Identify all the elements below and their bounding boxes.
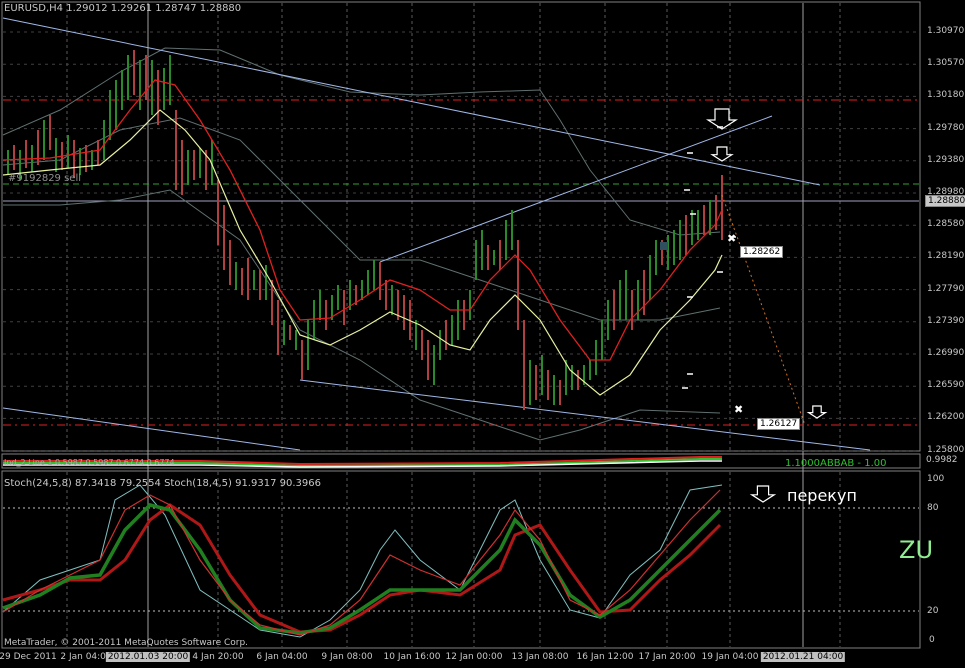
time-tick: 4 Jan 20:00: [192, 652, 244, 662]
time-tick: 29 Dec 2011: [0, 652, 57, 662]
symbol-label: EURUSD,H4: [4, 3, 64, 14]
stoch-signal-red: [2, 503, 722, 634]
current-price-box: 1.28880: [925, 195, 965, 207]
down-arrow-icon: [806, 405, 828, 419]
price-tick: 1.26990: [927, 348, 965, 358]
indicator-label: Ind_2 Line 1 0.5987 0.5987 0.6774 0.6774: [4, 458, 175, 467]
stoch-axis-20: 20: [927, 606, 939, 616]
ohlc-label: 1.29012 1.29261 1.28747 1.28880: [66, 3, 242, 14]
time-tick: 12 Jan 00:00: [445, 652, 503, 662]
down-arrow-icon: [705, 108, 739, 130]
close-marker-icon: ✖: [727, 232, 736, 245]
time-tick: 13 Jan 08:00: [511, 652, 569, 662]
order-marker: [660, 242, 668, 250]
time-tick: 2 Jan 04:00: [60, 652, 112, 662]
time-tick: 9 Jan 08:00: [321, 652, 373, 662]
price-tick: 1.27790: [927, 283, 965, 294]
price-tick: 1.30970: [927, 26, 965, 36]
order-label: #9192829 sell: [8, 173, 82, 184]
down-arrow-icon: [710, 146, 734, 162]
stoch-panel-frame: [1, 470, 921, 649]
time-tick: 17 Jan 20:00: [638, 652, 696, 662]
price-tick: 1.26590: [927, 380, 965, 391]
channel-lower: [299, 379, 871, 451]
stoch-axis-0: 0: [929, 635, 935, 645]
price-tick: 1.29780: [927, 122, 965, 133]
price-tick: 1.28190: [927, 251, 965, 262]
target-price-box-2: 1.26127: [757, 418, 801, 430]
copyright-text: MetaTrader, © 2001-2011 MetaQuotes Softw…: [4, 638, 249, 648]
overbought-annotation: перекуп: [787, 486, 857, 505]
price-chart[interactable]: ✖✖: [0, 0, 965, 668]
stoch-axis-100: 100: [927, 474, 945, 484]
time-tick: 16 Jan 12:00: [576, 652, 634, 662]
price-tick: 1.29380: [927, 154, 965, 165]
stoch-label: Stoch(24,5,8) 87.3418 79.2554 Stoch(18,4…: [4, 478, 321, 489]
down-arrow-icon: [749, 485, 777, 503]
price-tick: 1.28580: [927, 219, 965, 230]
chart-header: EURUSD,H4 1.29012 1.29261 1.28747 1.2888…: [4, 3, 241, 14]
channel-lower-left: [2, 407, 301, 451]
bollinger-upper: [2, 47, 721, 236]
price-tick: 1.26200: [927, 412, 965, 423]
time-tick: 2012.01.21 04:00: [760, 652, 846, 662]
projection-line: [721, 194, 806, 426]
time-tick: 19 Jan 04:00: [701, 652, 759, 662]
price-tick: 1.30570: [927, 58, 965, 69]
price-tick: 1.25800: [927, 444, 965, 455]
time-tick: 10 Jan 16:00: [383, 652, 441, 662]
channel-rising: [379, 115, 773, 263]
time-tick: 2012.01.03 20:00: [105, 652, 191, 662]
indicator-right-label: 1.1000ABBAB - 1.00: [785, 458, 887, 469]
close-marker-icon: ✖: [734, 403, 743, 416]
chart-window[interactable]: ✖ ✖ EURUSD,H4 1.29012 1.29261 1.28747 1.2…: [0, 0, 965, 668]
watermark-text: ZU: [899, 536, 934, 564]
indicator-axis-label: 0.9982: [926, 455, 958, 465]
target-price-box-1: 1.28262: [740, 246, 784, 258]
bollinger-lower: [3, 189, 721, 441]
time-tick: 6 Jan 04:00: [256, 652, 308, 662]
price-tick: 1.30180: [927, 90, 965, 101]
stoch-axis-80: 80: [927, 503, 939, 513]
price-tick: 1.27390: [927, 315, 965, 326]
